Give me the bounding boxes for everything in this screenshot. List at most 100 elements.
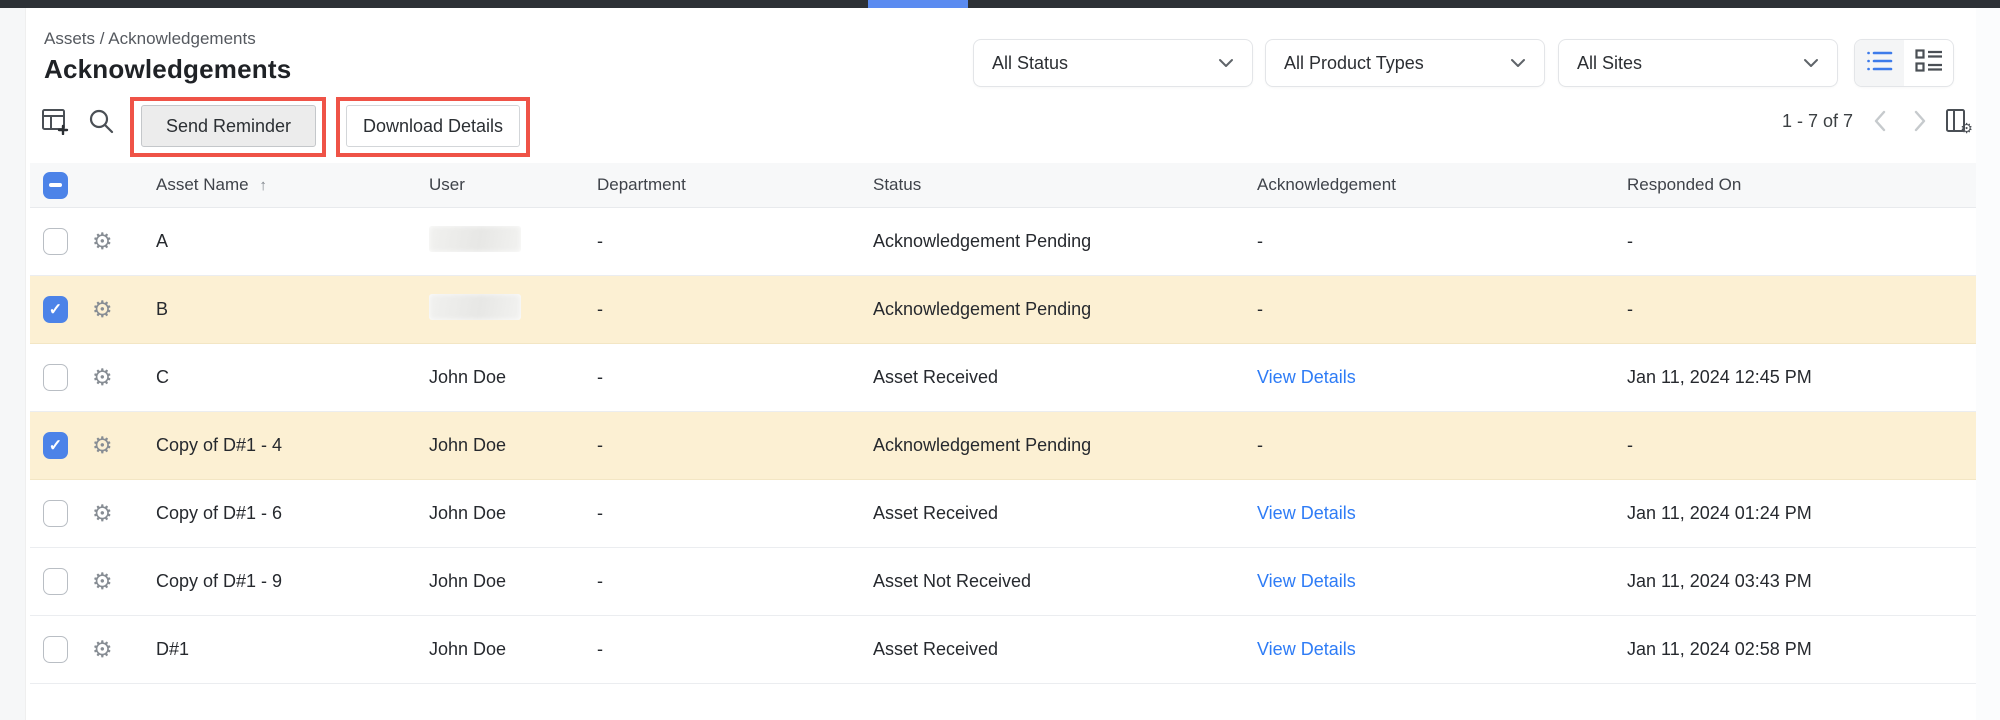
gear-icon[interactable]: ⚙ [92,502,113,525]
table-row[interactable]: ⚙ C John Doe - Asset Received View Detai… [30,344,1976,412]
select-all-checkbox[interactable] [43,172,68,199]
send-reminder-button[interactable]: Send Reminder [141,105,316,147]
header-status[interactable]: Status [873,175,1257,195]
browser-chrome-bar [0,0,2000,8]
acknowledgements-table: Asset Name ↑ User Department Status Ackn… [30,163,1976,684]
department-cell: - [597,367,873,388]
gear-icon[interactable]: ⚙ [92,638,113,661]
table-row[interactable]: ⚙ Copy of D#1 - 9 John Doe - Asset Not R… [30,548,1976,616]
gear-icon[interactable]: ⚙ [92,298,113,321]
status-cell: Asset Received [873,367,1257,388]
table-row[interactable]: ⚙ Copy of D#1 - 6 John Doe - Asset Recei… [30,480,1976,548]
view-details-link[interactable]: View Details [1257,367,1627,388]
user-cell: John Doe [429,503,597,524]
responded-on-cell: Jan 11, 2024 12:45 PM [1627,367,1976,388]
header-acknowledgement[interactable]: Acknowledgement [1257,175,1627,195]
department-cell: - [597,435,873,456]
status-filter-value: All Status [992,53,1068,74]
acknowledgement-cell: - [1257,435,1627,456]
row-checkbox[interactable] [43,228,68,255]
sites-filter-value: All Sites [1577,53,1642,74]
list-view-button[interactable] [1855,40,1904,86]
next-page-button[interactable] [1907,108,1933,134]
asset-name-cell: B [156,299,429,320]
prev-page-button[interactable] [1867,108,1893,134]
department-cell: - [597,231,873,252]
product-types-filter-dropdown[interactable]: All Product Types [1265,39,1545,87]
svg-text:⚙: ⚙ [1960,121,1973,136]
header-asset-name[interactable]: Asset Name ↑ [156,175,429,195]
gear-icon[interactable]: ⚙ [92,366,113,389]
sites-filter-dropdown[interactable]: All Sites [1558,39,1838,87]
status-cell: Acknowledgement Pending [873,231,1257,252]
header-responded-on[interactable]: Responded On [1627,175,1976,195]
row-checkbox[interactable] [43,364,68,391]
pagination: 1 - 7 of 7 [1782,108,1933,134]
card-list-icon [1915,49,1943,78]
status-cell: Acknowledgement Pending [873,299,1257,320]
gear-icon[interactable]: ⚙ [92,570,113,593]
left-edge-strip [0,8,26,720]
status-filter-dropdown[interactable]: All Status [973,39,1253,87]
header-department[interactable]: Department [597,175,873,195]
department-cell: - [597,571,873,592]
row-checkbox[interactable] [43,500,68,527]
table-row[interactable]: ⚙ A - Acknowledgement Pending - - [30,208,1976,276]
user-cell [429,226,597,257]
asset-name-cell: Copy of D#1 - 4 [156,435,429,456]
breadcrumb-separator: / [100,29,109,48]
column-settings-button[interactable]: ⚙ [1942,106,1976,140]
asset-name-cell: Copy of D#1 - 9 [156,571,429,592]
responded-on-cell: Jan 11, 2024 01:24 PM [1627,503,1976,524]
header-user[interactable]: User [429,175,597,195]
product-types-filter-value: All Product Types [1284,53,1424,74]
search-button[interactable] [86,108,116,138]
redacted-user-name [429,294,521,320]
right-edge-strip [1976,8,2000,720]
asset-name-cell: Copy of D#1 - 6 [156,503,429,524]
acknowledgement-cell: - [1257,231,1627,252]
user-cell: John Doe [429,639,597,660]
row-checkbox[interactable] [43,296,68,323]
table-row[interactable]: ⚙ B - Acknowledgement Pending - - [30,276,1976,344]
status-cell: Asset Received [873,639,1257,660]
view-details-link[interactable]: View Details [1257,571,1627,592]
user-cell: John Doe [429,435,597,456]
row-checkbox[interactable] [43,636,68,663]
view-details-link[interactable]: View Details [1257,503,1627,524]
view-toggle [1854,39,1954,87]
status-cell: Asset Not Received [873,571,1257,592]
breadcrumb: Assets / Acknowledgements [44,29,256,49]
gear-icon[interactable]: ⚙ [92,230,113,253]
row-controls-cell: ⚙ [30,208,156,275]
sort-ascending-icon: ↑ [259,177,267,194]
chevron-down-icon [1510,58,1526,68]
row-checkbox[interactable] [43,432,68,459]
table-row[interactable]: ⚙ D#1 John Doe - Asset Received View Det… [30,616,1976,684]
user-cell: John Doe [429,571,597,592]
add-view-button[interactable] [40,108,70,138]
user-cell: John Doe [429,367,597,388]
row-controls-cell: ⚙ [30,412,156,479]
row-controls-cell: ⚙ [30,616,156,683]
card-view-button[interactable] [1904,40,1953,86]
asset-name-cell: A [156,231,429,252]
acknowledgement-cell: - [1257,299,1627,320]
breadcrumb-assets[interactable]: Assets [44,29,95,48]
gear-icon[interactable]: ⚙ [92,434,113,457]
responded-on-cell: Jan 11, 2024 02:58 PM [1627,639,1976,660]
responded-on-cell: Jan 11, 2024 03:43 PM [1627,571,1976,592]
department-cell: - [597,299,873,320]
department-cell: - [597,503,873,524]
chevron-down-icon [1803,58,1819,68]
header-controls-cell [30,163,156,207]
table-row[interactable]: ⚙ Copy of D#1 - 4 John Doe - Acknowledge… [30,412,1976,480]
asset-name-cell: C [156,367,429,388]
row-checkbox[interactable] [43,568,68,595]
breadcrumb-acknowledgements[interactable]: Acknowledgements [108,29,255,48]
redacted-user-name [429,226,521,252]
download-details-button[interactable]: Download Details [346,105,520,147]
table-gear-icon: ⚙ [1944,106,1974,141]
view-details-link[interactable]: View Details [1257,639,1627,660]
pagination-range: 1 - 7 of 7 [1782,111,1853,132]
